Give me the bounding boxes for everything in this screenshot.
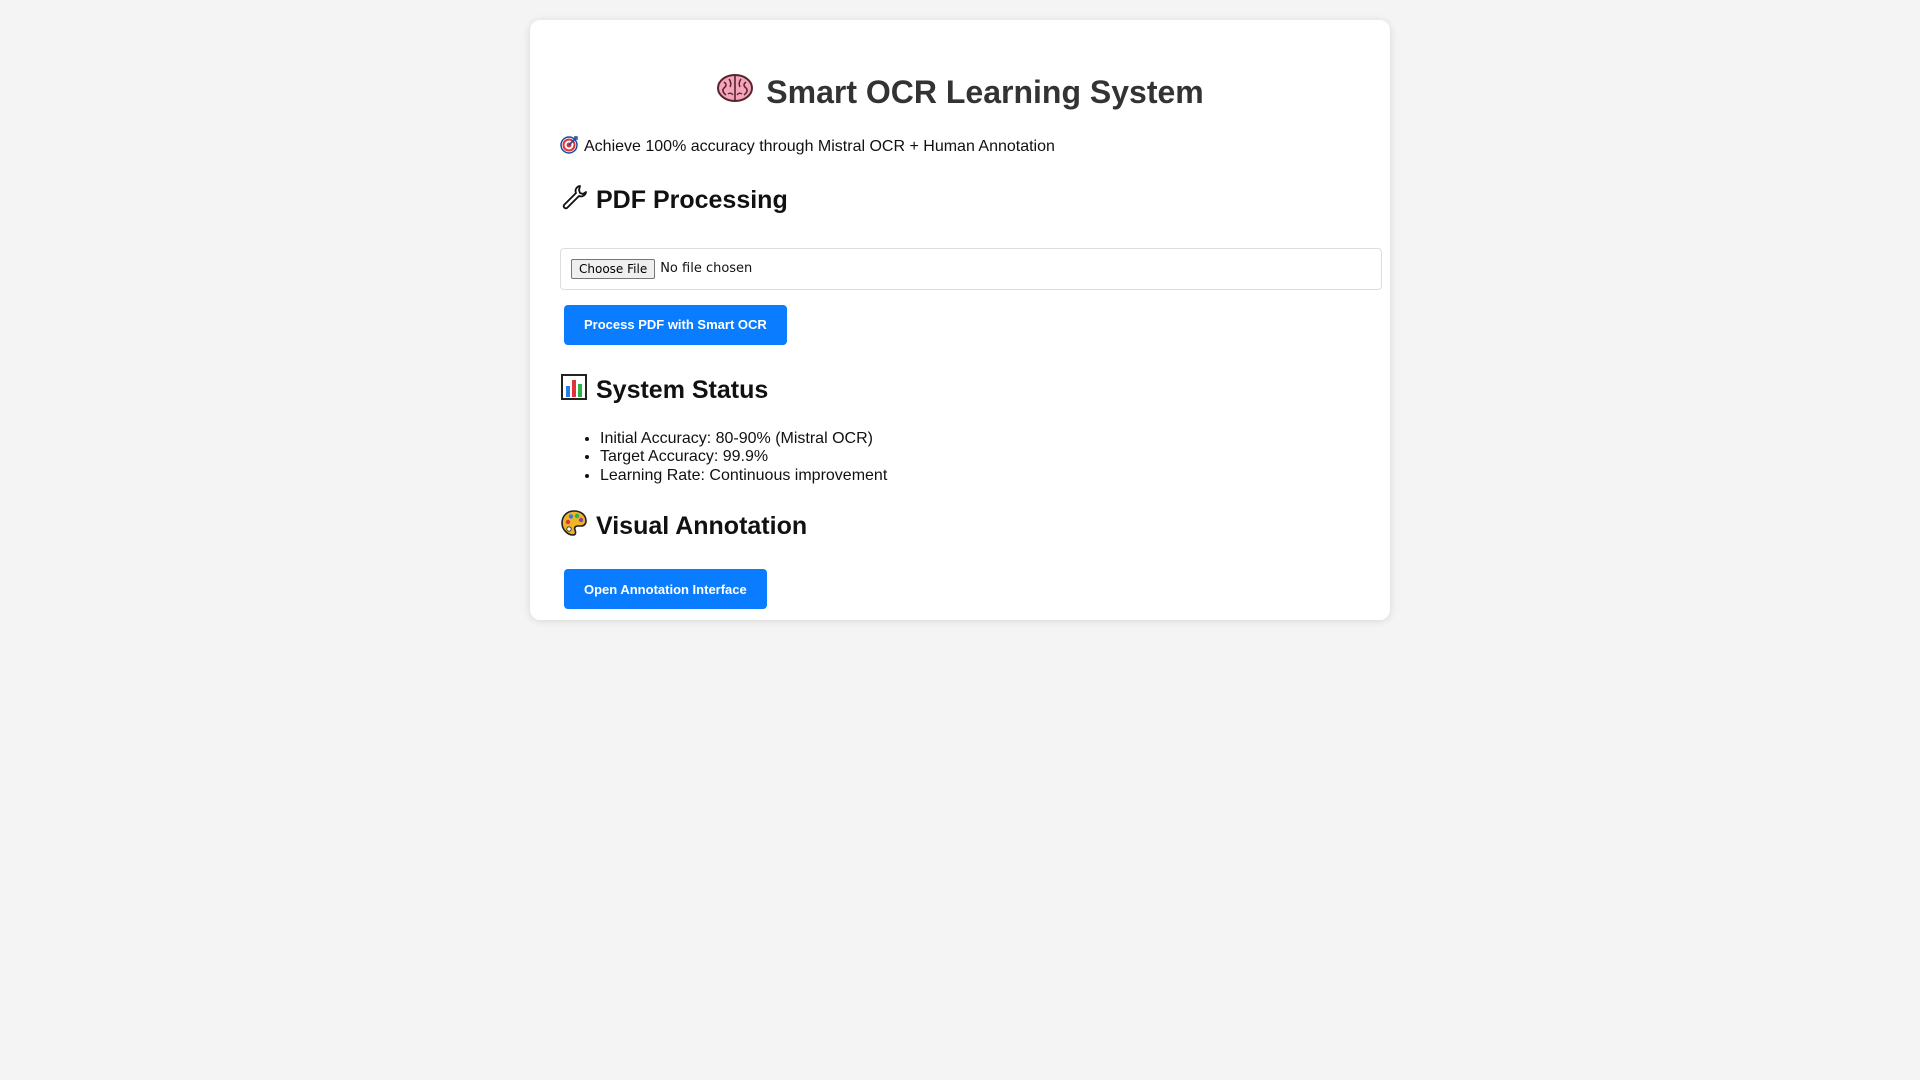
section-heading-status: System Status [560,373,1360,408]
pdf-processing-title: PDF Processing [596,185,788,214]
status-item: Target Accuracy: 99.9% [600,448,1360,467]
status-list: Initial Accuracy: 80-90% (Mistral OCR) T… [560,430,1360,486]
status-item: Initial Accuracy: 80-90% (Mistral OCR) [600,430,1360,449]
system-status-title: System Status [596,375,769,404]
page-title: Smart OCR Learning System [766,73,1204,110]
bar-chart-icon [560,373,588,408]
tagline-text: Achieve 100% accuracy through Mistral OC… [584,138,1055,156]
target-icon [560,136,578,159]
file-status-text: No file chosen [660,261,753,277]
section-heading-pdf: PDF Processing [560,183,1360,218]
title-row: Smart OCR Learning System [716,72,1204,112]
palette-icon [560,509,588,544]
choose-file-button[interactable]: Choose File [571,258,656,279]
tagline: Achieve 100% accuracy through Mistral OC… [560,136,1360,159]
visual-annotation-title: Visual Annotation [596,512,808,541]
section-heading-visual: Visual Annotation [560,509,1360,544]
status-item: Learning Rate: Continuous improvement [600,467,1360,486]
process-pdf-button[interactable]: Process PDF with Smart OCR [564,304,787,345]
open-annotation-button[interactable]: Open Annotation Interface [564,569,767,610]
wrench-icon [560,183,588,218]
page-title-container: Smart OCR Learning System [560,20,1360,112]
brain-icon [716,72,754,112]
main-card: Smart OCR Learning System Achieve 100% a… [530,20,1390,620]
file-upload-field[interactable]: Choose File No file chosen [560,247,1382,290]
